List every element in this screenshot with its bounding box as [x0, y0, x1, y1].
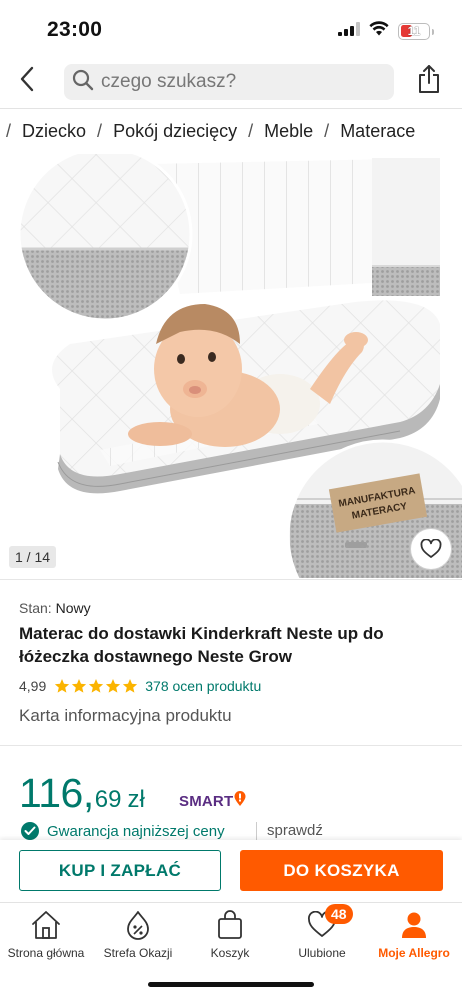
search-input[interactable]: czego szukasz?	[64, 64, 394, 100]
home-icon	[30, 908, 62, 942]
shopping-bag-icon	[216, 908, 244, 942]
smart-badge: SMART	[179, 791, 246, 811]
price-currency: zł	[127, 786, 145, 813]
heart-icon: 48	[307, 904, 353, 942]
share-button[interactable]	[412, 62, 446, 100]
nav-item-favorites[interactable]: 48 Ulubione	[276, 904, 368, 968]
buy-now-button[interactable]: KUP I ZAPŁAĆ	[19, 850, 221, 891]
nav-label: Strona główna	[7, 946, 85, 960]
nav-item-deals[interactable]: Strefa Okazji	[92, 908, 184, 968]
user-icon	[400, 908, 428, 942]
nav-label: Strefa Okazji	[103, 946, 173, 960]
favorites-count-badge: 48	[325, 904, 353, 924]
nav-label: Koszyk	[210, 946, 250, 960]
breadcrumb-item[interactable]: Pokój dziecięcy	[113, 121, 237, 142]
heart-icon	[420, 539, 442, 559]
header-divider	[0, 108, 462, 109]
product-image: MANUFAKTURA MATERACY	[17, 154, 462, 578]
search-header: czego szukasz?	[0, 58, 462, 106]
product-condition: Stan: Nowy	[19, 600, 91, 616]
star-icon	[89, 679, 104, 693]
star-icon	[106, 679, 121, 693]
check-circle-icon	[21, 822, 39, 840]
home-indicator	[148, 982, 314, 987]
nav-item-cart[interactable]: Koszyk	[184, 908, 276, 968]
verify-link[interactable]: sprawdź	[256, 822, 323, 842]
purchase-action-panel: KUP I ZAPŁAĆ DO KOSZYKA	[0, 840, 462, 902]
nav-item-home[interactable]: Strona główna	[0, 908, 92, 968]
rating-value: 4,99	[19, 678, 47, 694]
price-decimal: 69	[94, 786, 122, 813]
nav-label: Ulubione	[298, 946, 346, 960]
rating-row: 4,99 378 ocen produktu	[19, 678, 261, 694]
lowest-price-guarantee: Gwarancja najniższej ceny	[21, 820, 225, 842]
back-button[interactable]	[12, 64, 42, 98]
battery-level: 11	[407, 23, 421, 38]
smart-pin-icon	[234, 791, 246, 811]
breadcrumb: / Dziecko / Pokój dziecięcy / Meble / Ma…	[6, 121, 416, 142]
nav-item-my-allegro[interactable]: Moje Allegro	[368, 908, 460, 968]
condition-value: Nowy	[55, 600, 91, 616]
search-placeholder: czego szukasz?	[101, 71, 237, 92]
guarantee-text: Gwarancja najniższej ceny	[47, 822, 225, 840]
nav-label: Moje Allegro	[378, 946, 450, 960]
chevron-left-icon	[19, 66, 35, 97]
breadcrumb-item[interactable]: Dziecko	[22, 121, 86, 142]
status-bar: 23:00 11	[0, 0, 462, 58]
star-icon	[72, 679, 87, 693]
condition-label: Stan:	[19, 600, 52, 616]
gallery-counter: 1 / 14	[9, 546, 57, 568]
star-icon	[55, 679, 70, 693]
smart-label: SMART	[179, 792, 234, 810]
cellular-signal-icon	[338, 21, 360, 41]
breadcrumb-item[interactable]: Materace	[340, 121, 415, 142]
product-title: Materac do dostawki Kinderkraft Neste up…	[19, 624, 384, 666]
star-icon	[123, 679, 138, 693]
breadcrumb-item[interactable]: Meble	[264, 121, 313, 142]
product-info-card-link[interactable]: Karta informacyjna produktu	[19, 706, 232, 726]
product-image-gallery[interactable]: MANUFAKTURA MATERACY 1 / 14	[0, 154, 462, 578]
price: 116, 69 zł	[19, 770, 145, 817]
gallery-divider	[0, 579, 462, 580]
battery-indicator: 11	[398, 22, 434, 40]
add-to-favorites-button[interactable]	[410, 528, 452, 570]
info-divider	[0, 745, 462, 746]
add-to-cart-button[interactable]: DO KOSZYKA	[240, 850, 443, 891]
discount-icon	[124, 908, 152, 942]
magnifier-icon	[72, 69, 94, 96]
status-icons: 11	[338, 21, 434, 41]
rating-stars	[54, 678, 138, 694]
share-icon	[417, 64, 441, 99]
wifi-icon	[369, 21, 389, 41]
rating-count-link[interactable]: 378 ocen produktu	[145, 678, 261, 694]
status-time: 23:00	[47, 18, 103, 41]
price-integer: 116,	[19, 770, 94, 816]
